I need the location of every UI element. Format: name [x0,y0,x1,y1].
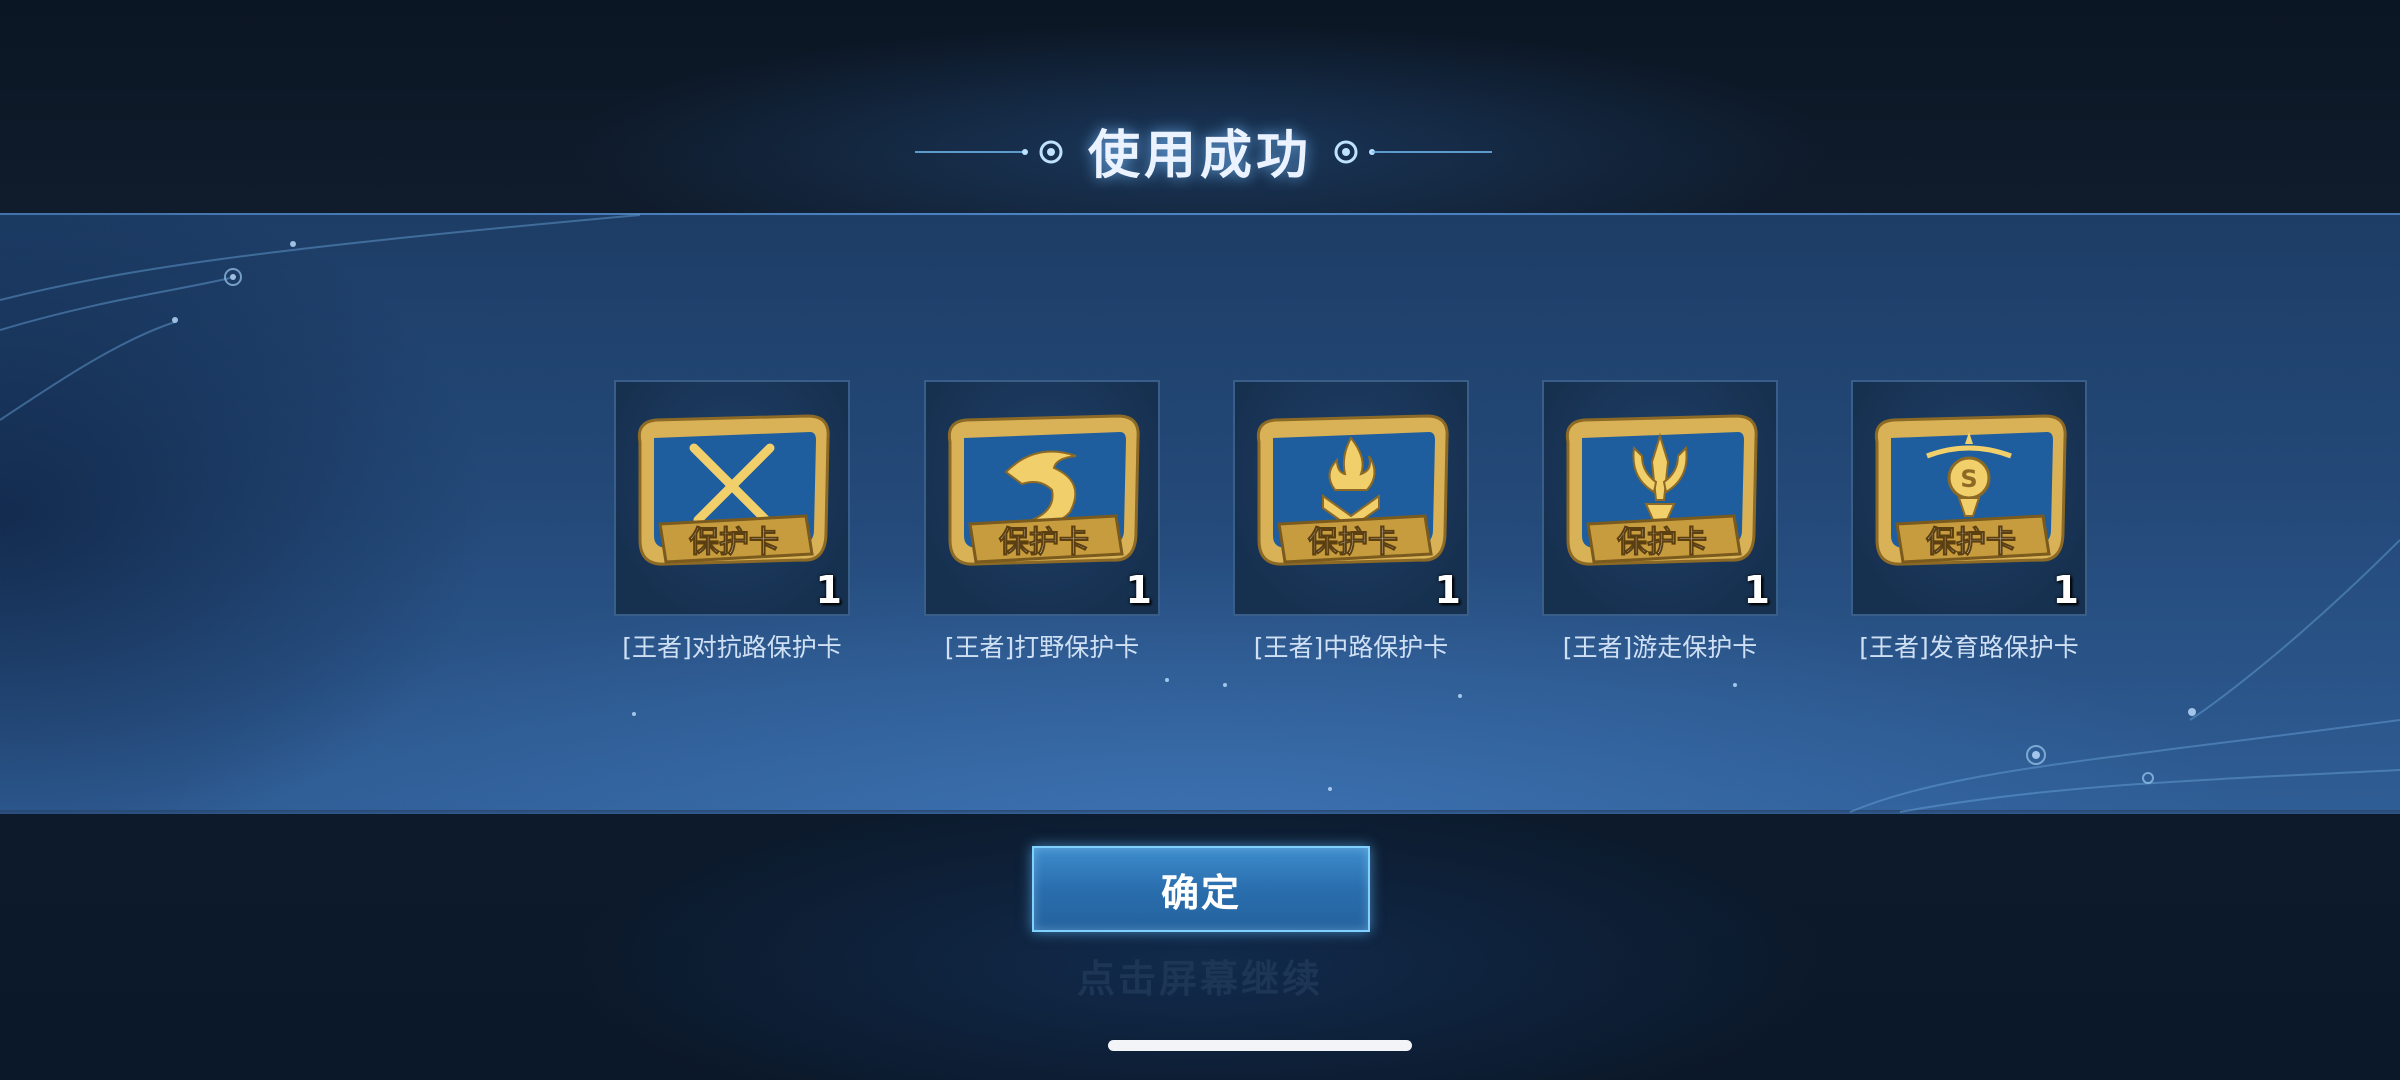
trident-icon: 保护卡 [1565,414,1758,566]
card-count: 1 [1434,568,1461,612]
card-label: [王者]对抗路保护卡 [622,633,842,662]
card-frame: 保护卡 1 [1542,380,1778,616]
reward-card-jungle[interactable]: 保护卡 1 [王者]打野保护卡 [924,380,1160,664]
svg-text:S: S [1960,465,1977,493]
card-frame: S 保护卡 1 [1851,380,2087,616]
card-frame: 保护卡 1 [614,380,850,616]
card-count: 1 [2052,568,2079,612]
card-label: [王者]发育路保护卡 [1859,633,2079,662]
card-count: 1 [815,568,842,612]
reward-card-bottom-lane[interactable]: S 保护卡 1 [王者]发育路保护卡 [1851,380,2087,664]
card-label: [王者]中路保护卡 [1253,633,1449,662]
reward-card-top-lane[interactable]: 保护卡 1 [王者]对抗路保护卡 [614,380,850,664]
crossed-swords-icon: 保护卡 [637,414,830,566]
card-frame: 保护卡 1 [924,380,1160,616]
reward-card-roam[interactable]: 保护卡 1 [王者]游走保护卡 [1542,380,1778,664]
dragon-icon: 保护卡 [947,414,1140,566]
card-count: 1 [1125,568,1152,612]
reward-card-mid-lane[interactable]: 保护卡 1 [王者]中路保护卡 [1233,380,1469,664]
card-label: [王者]游走保护卡 [1562,633,1758,662]
card-badge-text: 保护卡 [999,525,1089,560]
confirm-button[interactable]: 确定 [1032,846,1370,932]
card-count: 1 [1743,568,1770,612]
home-indicator[interactable] [1108,1040,1412,1051]
card-frame: 保护卡 1 [1233,380,1469,616]
reward-card-list: 保护卡 1 [王者]对抗路保护卡 保护卡 1 [王者]打野保护卡 保护卡 1 [… [614,380,2088,670]
dialog-title-bar: 使用成功 [900,110,1500,190]
flame-chevron-icon: 保护卡 [1256,414,1449,566]
tap-to-continue-hint[interactable]: 点击屏幕继续 [1000,948,1400,1008]
dialog-title: 使用成功 [1087,125,1312,186]
card-badge-text: 保护卡 [1617,525,1707,560]
card-label: [王者]打野保护卡 [944,633,1140,662]
card-badge-text: 保护卡 [689,525,779,560]
card-badge-text: 保护卡 [1308,525,1398,560]
coin-crest-icon: S 保护卡 [1874,414,2067,566]
card-badge-text: 保护卡 [1926,525,2016,560]
